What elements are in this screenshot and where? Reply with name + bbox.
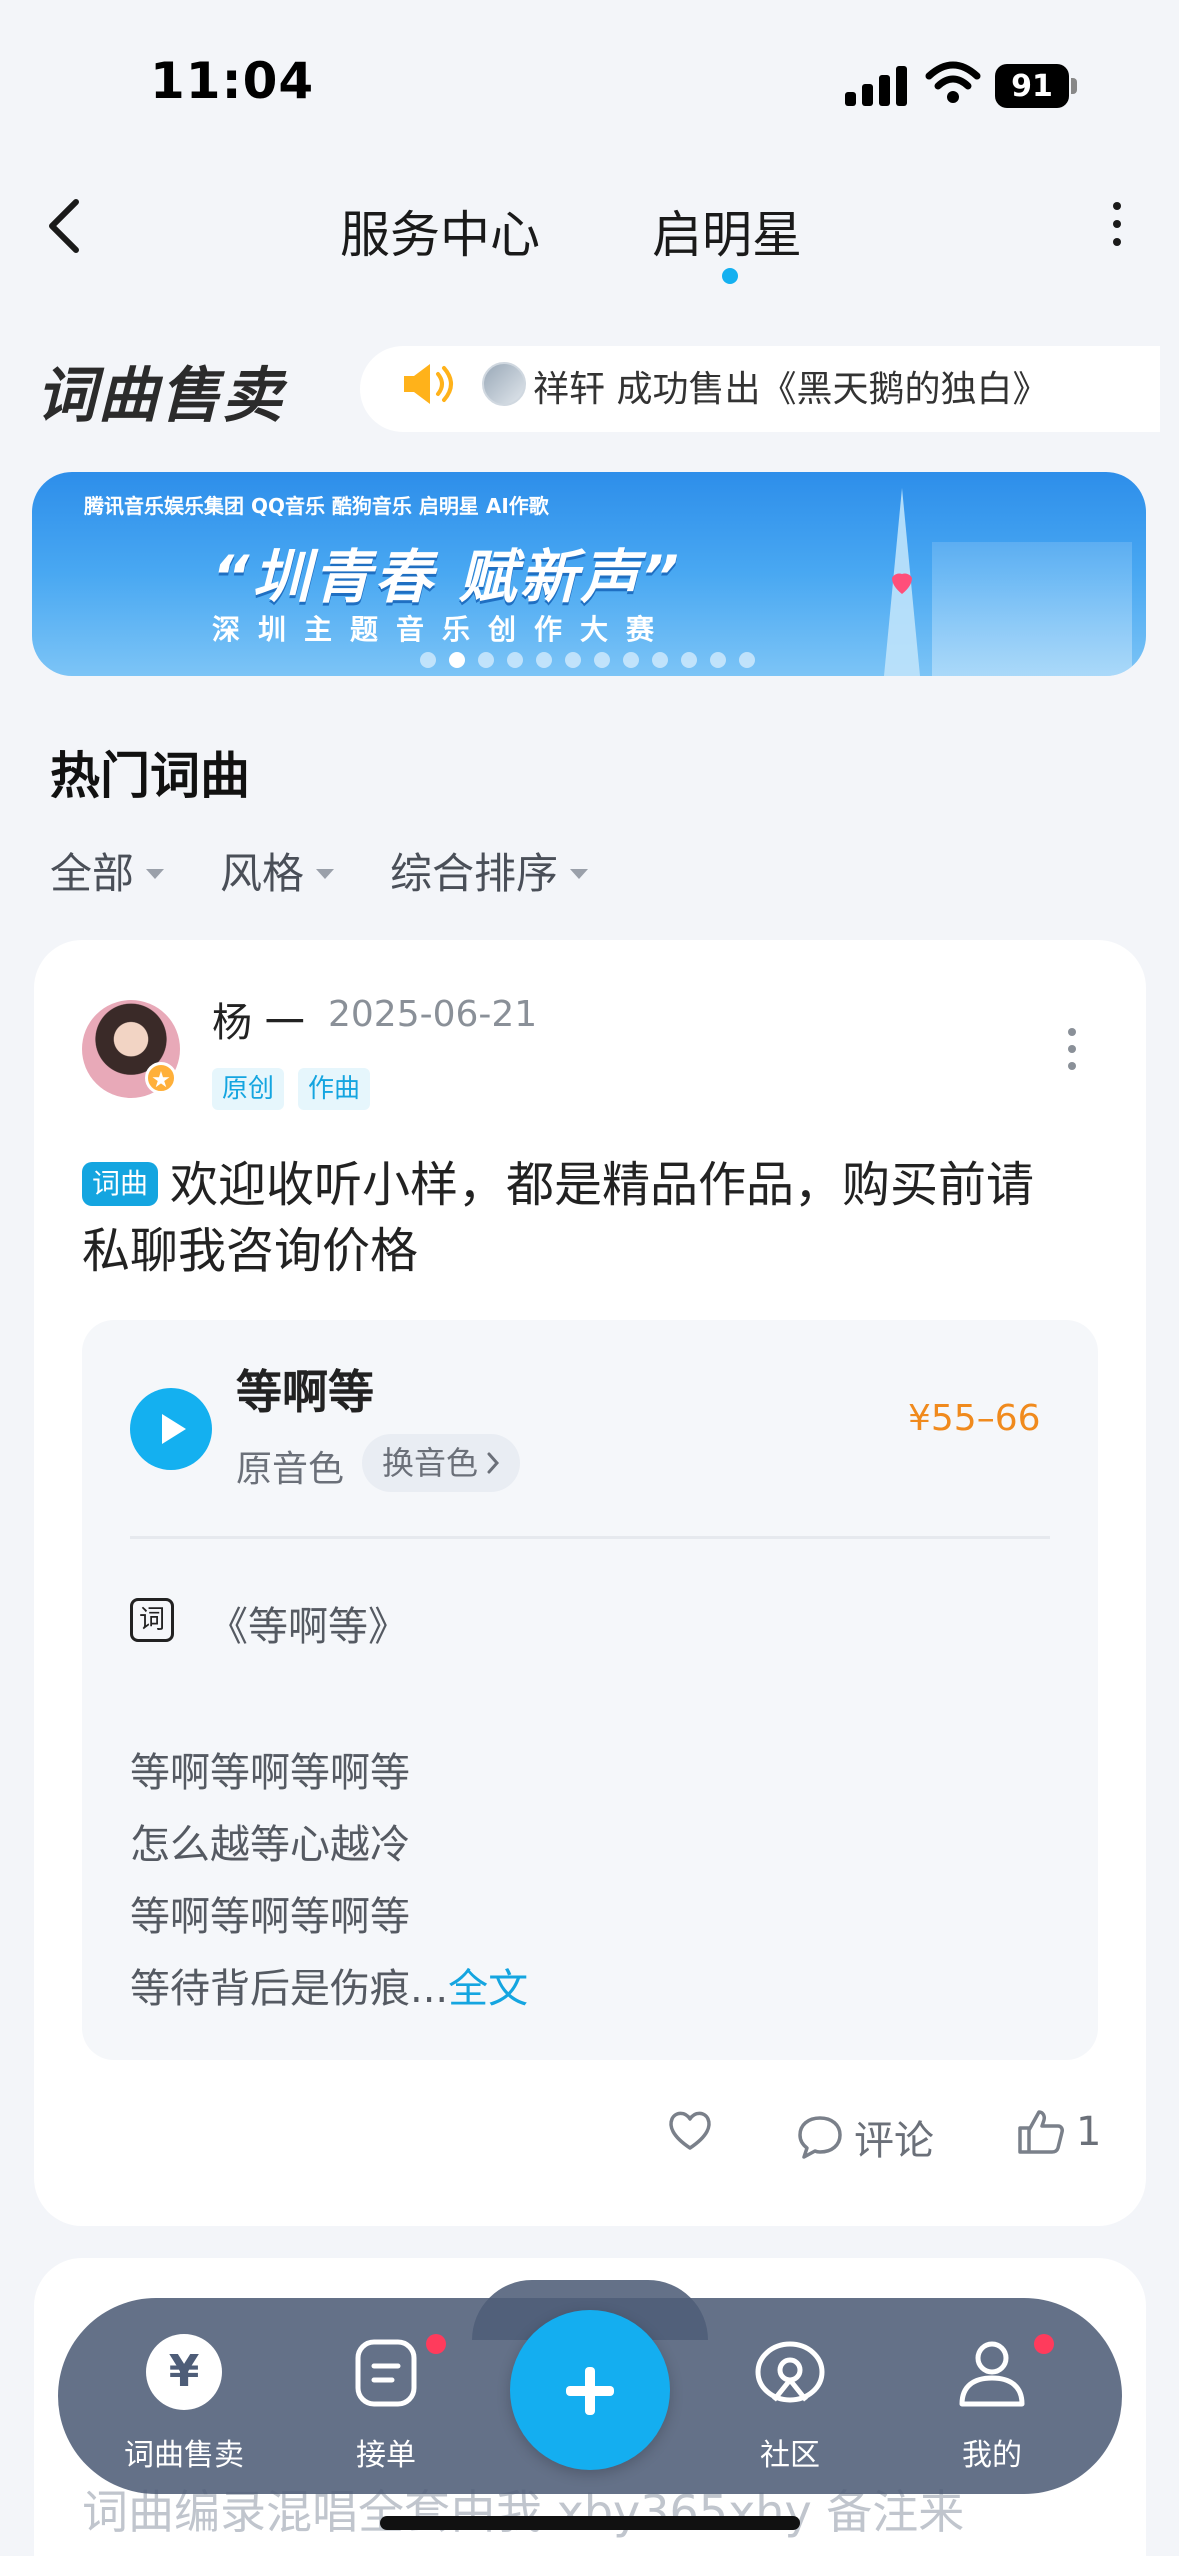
song-voice: 原音色: [236, 1449, 345, 1490]
tab-service-center[interactable]: 服务中心: [340, 195, 540, 267]
tab-community[interactable]: 社区: [710, 2430, 870, 2474]
carousel-dot[interactable]: [623, 652, 639, 668]
like-button[interactable]: 1: [1016, 2108, 1101, 2156]
chevron-right-icon: [487, 1452, 500, 1474]
comment-icon: [798, 2116, 842, 2159]
song-title: 等啊等: [236, 1365, 374, 1419]
tab-qimingxing[interactable]: 启明星: [652, 195, 802, 267]
filter-label: 风格: [220, 849, 305, 898]
thumbs-up-icon: [1018, 2110, 1064, 2154]
full-text-link[interactable]: 全文: [448, 1966, 528, 2012]
home-indicator: [380, 2516, 800, 2530]
lyric-line-last: 等待背后是伤痕...全文: [130, 1956, 528, 2014]
comment-label: 评论: [854, 2118, 934, 2164]
star-badge-icon: ★: [145, 1062, 177, 1094]
post-author[interactable]: 杨 一: [212, 990, 305, 1048]
tab-sales-icon[interactable]: ¥: [146, 2334, 222, 2410]
lyric-line: 怎么越等心越冷: [130, 1822, 410, 1868]
status-time: 11:04: [150, 52, 315, 110]
ticker-text: 成功售出《黑天鹅的独白》: [616, 369, 1049, 410]
battery-icon: 91: [995, 64, 1077, 108]
tag-composition: 作曲: [298, 1068, 371, 1110]
post-text: 词曲 欢迎收听小样，都是精品作品，购买前请 私聊我咨询价格: [82, 1152, 1082, 1284]
tower-illustration: [884, 488, 920, 676]
favorite-button[interactable]: [666, 2108, 714, 2152]
banner-sponsors: 腾讯音乐娱乐集团 QQ音乐 酷狗音乐 启明星 AI作歌: [84, 494, 549, 518]
filter-style[interactable]: 风格: [220, 840, 335, 901]
post-text-line1: 欢迎收听小样，都是精品作品，购买前请: [170, 1157, 1035, 1213]
lyric-title: 《等啊等》: [208, 1604, 408, 1650]
filter-sort[interactable]: 综合排序: [390, 840, 589, 901]
battery-level: 91: [995, 64, 1069, 108]
heart-icon: [669, 2111, 711, 2150]
change-voice-button[interactable]: 换音色: [362, 1434, 521, 1492]
ticker-user-avatar: [482, 362, 526, 406]
carousel-dot[interactable]: [710, 652, 726, 668]
wifi-icon: [925, 61, 981, 103]
banner-title: “圳青春 赋新声”: [212, 543, 682, 611]
carousel-dot[interactable]: [449, 652, 465, 668]
post-more-icon[interactable]: [1064, 1028, 1080, 1074]
section-brand-title: 词曲售卖: [36, 361, 284, 431]
caret-down-icon: [316, 868, 335, 879]
community-icon[interactable]: [752, 2334, 828, 2410]
carousel-dot[interactable]: [478, 652, 494, 668]
ticker-message: 祥轩 成功售出《黑天鹅的独白》: [533, 360, 1048, 412]
tab-orders[interactable]: 接单: [306, 2430, 466, 2474]
carousel-dot[interactable]: [739, 652, 755, 668]
post-text-line2: 私聊我咨询价格: [82, 1223, 419, 1279]
active-tab-indicator: [722, 268, 738, 284]
carousel-dot[interactable]: [652, 652, 668, 668]
like-count: 1: [1076, 2109, 1102, 2155]
more-options-icon[interactable]: [1105, 202, 1129, 252]
carousel-dot[interactable]: [507, 652, 523, 668]
tab-sales[interactable]: 词曲售卖: [104, 2430, 264, 2474]
back-icon[interactable]: [40, 196, 90, 256]
divider: [130, 1536, 1050, 1539]
carousel-dot[interactable]: [565, 652, 581, 668]
caret-down-icon: [570, 868, 589, 879]
tab-mine[interactable]: 我的: [912, 2430, 1072, 2474]
song-price: ¥55–66: [908, 1398, 1041, 1439]
user-icon[interactable]: [954, 2334, 1030, 2410]
carousel-dot[interactable]: [594, 652, 610, 668]
carousel-dots: [420, 652, 755, 668]
carousel-dot[interactable]: [420, 652, 436, 668]
banner-subtitle: 深圳主题音乐创作大赛: [212, 613, 673, 646]
lyric-line: 等啊等啊等啊等: [130, 1750, 410, 1796]
lyric-icon: 词: [130, 1598, 174, 1642]
promo-banner[interactable]: 腾讯音乐娱乐集团 QQ音乐 酷狗音乐 启明星 AI作歌 “圳青春 赋新声” 深圳…: [32, 472, 1146, 676]
hot-section-title: 热门词曲: [50, 747, 250, 805]
filter-label: 全部: [50, 849, 135, 898]
change-voice-label: 换音色: [382, 1444, 479, 1482]
add-button[interactable]: [510, 2310, 670, 2470]
speaker-icon: [404, 364, 453, 404]
post-date: 2025-06-21: [328, 994, 538, 1035]
lyric-line-text: 等待背后是伤痕...: [130, 1966, 449, 2012]
filter-label: 综合排序: [390, 849, 559, 898]
play-button[interactable]: [130, 1388, 212, 1470]
carousel-dot[interactable]: [681, 652, 697, 668]
filter-all[interactable]: 全部: [50, 840, 165, 901]
city-skyline: [932, 542, 1132, 676]
order-icon[interactable]: [348, 2334, 424, 2410]
post-type-badge: 词曲: [82, 1162, 159, 1206]
lyric-line: 等啊等啊等啊等: [130, 1894, 410, 1940]
carousel-dot[interactable]: [536, 652, 552, 668]
tag-original: 原创: [212, 1068, 285, 1110]
comment-button[interactable]: 评论: [796, 2108, 934, 2166]
cellular-signal-icon: [845, 66, 907, 106]
yen-icon: ¥: [168, 2346, 200, 2397]
notification-dot: [426, 2334, 446, 2354]
notification-dot: [1034, 2334, 1054, 2354]
caret-down-icon: [146, 868, 165, 879]
ticker-user: 祥轩: [533, 369, 606, 410]
